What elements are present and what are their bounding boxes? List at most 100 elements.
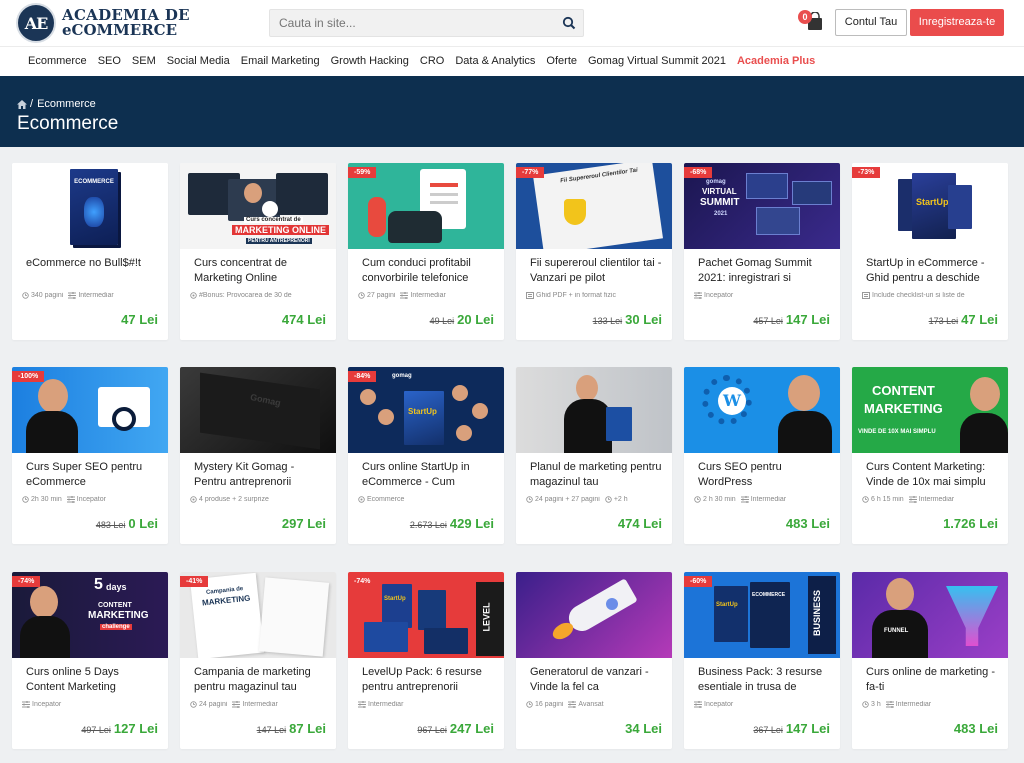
cover-title: ECOMMERCE bbox=[74, 179, 114, 185]
product-card[interactable]: Campania de MARKETING -41% Campania de m… bbox=[180, 572, 336, 749]
product-title[interactable]: Pachet Gomag Summit 2021: inregistrari s… bbox=[698, 256, 832, 288]
product-card[interactable]: FUNNEL Curs online de marketing - fa-ti … bbox=[852, 572, 1008, 749]
product-title[interactable]: LevelUp Pack: 6 resurse pentru antrepren… bbox=[362, 665, 496, 697]
home-icon[interactable] bbox=[17, 99, 27, 109]
product-title[interactable]: Generatorul de vanzari - Vinde la fel ca bbox=[530, 665, 664, 697]
meta-item: 24 pagini + 27 pagini bbox=[526, 496, 600, 503]
product-card[interactable]: ECOMMERCE eCommerce no Bull$#!t 340 pagi… bbox=[12, 163, 168, 340]
product-thumbnail[interactable]: Gomag bbox=[180, 367, 336, 453]
old-price: 967 Lei bbox=[417, 725, 447, 735]
meta-item: Intermediar bbox=[358, 701, 403, 708]
product-title[interactable]: StartUp in eCommerce - Ghid pentru a des… bbox=[866, 256, 1000, 288]
product-title[interactable]: Curs concentrat de Marketing Online bbox=[194, 256, 328, 288]
summit-brand: gomag bbox=[706, 179, 726, 185]
product-title[interactable]: Curs SEO pentru WordPress bbox=[698, 460, 832, 492]
book-icon bbox=[22, 292, 31, 299]
product-title[interactable]: eCommerce no Bull$#!t bbox=[26, 256, 160, 288]
product-title[interactable]: Mystery Kit Gomag - Pentru antreprenorii bbox=[194, 460, 328, 492]
meta-text: Ecommerce bbox=[367, 496, 405, 503]
nav-item-data-analytics[interactable]: Data & Analytics bbox=[455, 55, 535, 67]
meta-text: Avansat bbox=[578, 701, 604, 708]
product-thumbnail[interactable]: FUNNEL bbox=[852, 572, 1008, 658]
price-row: 474 Lei bbox=[282, 311, 326, 329]
product-card[interactable]: gomag VIRTUAL SUMMIT 2021 -68% Pachet Go… bbox=[684, 163, 840, 340]
price-row: 297 Lei bbox=[282, 515, 326, 533]
meta-text: Intermediar bbox=[242, 701, 278, 708]
nav-item-academia-plus[interactable]: Academia Plus bbox=[737, 55, 815, 67]
product-title[interactable]: Campania de marketing pentru magazinul t… bbox=[194, 665, 328, 697]
product-card[interactable]: Planul de marketing pentru magazinul tau… bbox=[516, 367, 672, 544]
old-price: 457 Lei bbox=[753, 316, 783, 326]
level-icon bbox=[908, 496, 919, 503]
product-title[interactable]: Curs online StartUp in eCommerce - Cum bbox=[362, 460, 496, 492]
nav-item-gomag-summit[interactable]: Gomag Virtual Summit 2021 bbox=[588, 55, 726, 67]
search-input[interactable] bbox=[270, 10, 550, 36]
play-icon[interactable] bbox=[262, 201, 278, 217]
nav-item-growth-hacking[interactable]: Growth Hacking bbox=[331, 55, 409, 67]
product-title[interactable]: Curs Content Marketing: Vinde de 10x mai… bbox=[866, 460, 1000, 492]
product-thumbnail[interactable]: CONTENT MARKETING VINDE DE 10X MAI SIMPL… bbox=[852, 367, 1008, 453]
cart-button[interactable]: 0 bbox=[798, 10, 824, 34]
product-price: 147 Lei bbox=[785, 721, 830, 736]
nav-item-social-media[interactable]: Social Media bbox=[167, 55, 230, 67]
avatar-graphic bbox=[472, 403, 488, 419]
presenter-face bbox=[886, 578, 914, 610]
nav-item-sem[interactable]: SEM bbox=[132, 55, 156, 67]
meta-item: 16 pagini bbox=[526, 701, 563, 708]
search-icon[interactable] bbox=[562, 16, 576, 30]
product-card[interactable]: CONTENT MARKETING VINDE DE 10X MAI SIMPL… bbox=[852, 367, 1008, 544]
handset-graphic bbox=[368, 197, 386, 237]
presenter-face bbox=[244, 183, 262, 203]
meta-text: 2 h 30 min bbox=[703, 496, 736, 503]
nav-item-seo[interactable]: SEO bbox=[98, 55, 121, 67]
product-card[interactable]: Gomag Mystery Kit Gomag - Pentru antrepr… bbox=[180, 367, 336, 544]
product-thumbnail[interactable] bbox=[516, 572, 672, 658]
book-cover-graphic bbox=[404, 391, 444, 445]
product-card[interactable]: Fii Supereroul Clientilor Tai -77% Fii s… bbox=[516, 163, 672, 340]
nav-item-cro[interactable]: CRO bbox=[420, 55, 444, 67]
product-card[interactable]: -100% Curs Super SEO pentru eCommerce 2h… bbox=[12, 367, 168, 544]
product-title[interactable]: Fii supereroul clientilor tai - Vanzari … bbox=[530, 256, 664, 288]
product-card[interactable]: -59% Cum conduci profitabil convorbirile… bbox=[348, 163, 504, 340]
meta-item: 24 pagini bbox=[190, 701, 227, 708]
product-title[interactable]: Business Pack: 3 resurse esentiale in tr… bbox=[698, 665, 832, 697]
meta-item: Ecommerce bbox=[358, 496, 404, 503]
meta-text: 27 pagini bbox=[367, 292, 396, 299]
summit-title-2: SUMMIT bbox=[700, 197, 740, 208]
nav-item-ecommerce[interactable]: Ecommerce bbox=[28, 55, 87, 67]
product-title[interactable]: Curs Super SEO pentru eCommerce bbox=[26, 460, 160, 492]
site-logo[interactable]: AE ACADEMIA DE eCOMMERCE bbox=[16, 3, 190, 43]
product-thumbnail[interactable]: W bbox=[684, 367, 840, 453]
product-card[interactable]: Curs concentrat de MARKETING ONLINE PENT… bbox=[180, 163, 336, 340]
price-row: 34 Lei bbox=[625, 720, 662, 738]
register-button[interactable]: Inregistreaza-te bbox=[910, 9, 1004, 36]
product-card[interactable]: StartUp LEVEL -74% LevelUp Pack: 6 resur… bbox=[348, 572, 504, 749]
product-thumbnail[interactable] bbox=[516, 367, 672, 453]
product-card[interactable]: W Curs SEO pentru WordPress 2 h 30 min In… bbox=[684, 367, 840, 544]
product-thumbnail[interactable]: Curs concentrat de MARKETING ONLINE PENT… bbox=[180, 163, 336, 249]
book-cover-graphic bbox=[606, 407, 632, 441]
meta-text: 24 pagini + 27 pagini bbox=[535, 496, 600, 503]
product-card[interactable]: StartUp -73% StartUp in eCommerce - Ghid… bbox=[852, 163, 1008, 340]
search-box bbox=[269, 9, 584, 37]
meta-item: 2 h 30 min bbox=[694, 496, 736, 503]
nav-item-email-marketing[interactable]: Email Marketing bbox=[241, 55, 320, 67]
product-card[interactable]: StartUp ECOMMERCE BUSINESS -60% Business… bbox=[684, 572, 840, 749]
product-thumbnail[interactable]: ECOMMERCE bbox=[12, 163, 168, 249]
product-card[interactable]: Generatorul de vanzari - Vinde la fel ca… bbox=[516, 572, 672, 749]
meta-text: Intermediar bbox=[918, 496, 955, 503]
price-row: 483 Lei bbox=[954, 720, 998, 738]
nav-item-oferte[interactable]: Oferte bbox=[546, 55, 577, 67]
product-card[interactable]: 5 days CONTENT MARKETING challenge -74% … bbox=[12, 572, 168, 749]
meta-text: 4 produse + 2 surprize bbox=[199, 496, 269, 503]
presenter-face bbox=[38, 379, 68, 413]
product-title[interactable]: Cum conduci profitabil convorbirile tele… bbox=[362, 256, 496, 288]
cover-figure bbox=[84, 197, 104, 227]
old-price: 49 Lei bbox=[429, 316, 455, 326]
product-title[interactable]: Curs online 5 Days Content Marketing bbox=[26, 665, 160, 697]
level-icon bbox=[232, 701, 242, 708]
account-button[interactable]: Contul Tau bbox=[835, 9, 907, 36]
product-title[interactable]: Curs online de marketing - fa-ti bbox=[866, 665, 1000, 697]
product-card[interactable]: gomag StartUp -84% Curs online StartUp i… bbox=[348, 367, 504, 544]
product-title[interactable]: Planul de marketing pentru magazinul tau bbox=[530, 460, 664, 492]
